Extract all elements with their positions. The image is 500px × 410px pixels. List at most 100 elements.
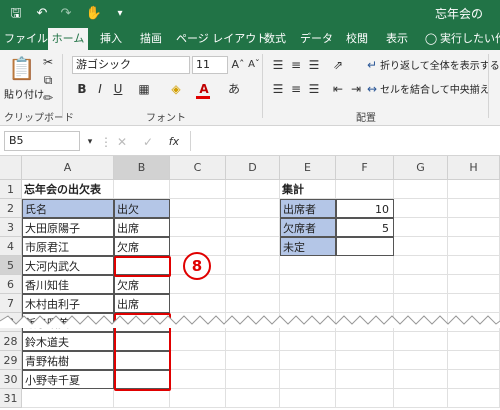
cell[interactable]: [226, 180, 280, 199]
cell[interactable]: [280, 294, 336, 313]
column-header[interactable]: G: [394, 156, 448, 180]
align-middle-icon[interactable]: ≡: [288, 57, 304, 73]
name-box[interactable]: B5: [4, 131, 80, 151]
summary-label[interactable]: 欠席者: [280, 218, 336, 237]
cell[interactable]: [280, 389, 336, 408]
row-header[interactable]: 28: [0, 332, 22, 351]
font-color-icon[interactable]: A: [196, 81, 212, 97]
cell[interactable]: [394, 294, 448, 313]
cell[interactable]: [336, 351, 394, 370]
name-cell[interactable]: 木村由利子: [22, 294, 114, 313]
name-cell[interactable]: 小野寺千夏: [22, 370, 114, 389]
align-right-icon[interactable]: ☰: [306, 81, 322, 97]
cell[interactable]: [170, 218, 226, 237]
tab-file[interactable]: ファイル: [4, 28, 48, 50]
tab-draw[interactable]: 描画: [136, 28, 166, 50]
cell[interactable]: [448, 218, 500, 237]
align-bottom-icon[interactable]: ☰: [306, 57, 322, 73]
select-all-corner[interactable]: [0, 156, 22, 180]
summary-value[interactable]: 5: [336, 218, 394, 237]
row-header[interactable]: 2: [0, 199, 22, 218]
attendance-cell[interactable]: 欠席: [114, 237, 170, 256]
bold-button[interactable]: B: [74, 81, 90, 97]
align-center-icon[interactable]: ≡: [288, 81, 304, 97]
column-header[interactable]: A: [22, 156, 114, 180]
cell[interactable]: [394, 389, 448, 408]
tab-view[interactable]: 表示: [384, 28, 410, 50]
row-header[interactable]: 1: [0, 180, 22, 199]
row-header[interactable]: 31: [0, 389, 22, 408]
cell[interactable]: [448, 199, 500, 218]
save-icon[interactable]: 🖫: [6, 4, 26, 24]
touch-mode-icon[interactable]: ✋: [84, 4, 104, 24]
cell[interactable]: [280, 332, 336, 351]
increase-indent-icon[interactable]: ⇥: [348, 81, 364, 97]
phonetic-icon[interactable]: あ: [226, 81, 242, 97]
tab-page-layout[interactable]: ページ レイアウト: [176, 28, 267, 50]
row-header[interactable]: 6: [0, 275, 22, 294]
lightbulb-icon[interactable]: ◯: [424, 28, 438, 50]
tab-data[interactable]: データ: [300, 28, 333, 50]
wrap-text-button[interactable]: 折り返して全体を表示する: [380, 57, 500, 72]
customize-quick-access-icon[interactable]: ▾: [110, 4, 130, 24]
cell[interactable]: [170, 370, 226, 389]
decrease-font-icon[interactable]: Aˇ: [246, 57, 262, 73]
row-header[interactable]: 7: [0, 294, 22, 313]
tab-review[interactable]: 校閲: [344, 28, 370, 50]
cell[interactable]: [226, 389, 280, 408]
summary-title[interactable]: 集計: [280, 180, 336, 199]
cell[interactable]: [170, 294, 226, 313]
cell[interactable]: [22, 389, 114, 408]
font-size-select[interactable]: 11: [192, 56, 228, 74]
row-header[interactable]: 30: [0, 370, 22, 389]
column-header[interactable]: D: [226, 156, 280, 180]
name-cell[interactable]: 青野祐樹: [22, 351, 114, 370]
name-cell[interactable]: 市原君江: [22, 237, 114, 256]
cell[interactable]: [336, 294, 394, 313]
cell[interactable]: [394, 332, 448, 351]
cell[interactable]: [170, 180, 226, 199]
cell[interactable]: [448, 370, 500, 389]
wrap-text-icon[interactable]: ↵: [364, 57, 380, 73]
align-top-icon[interactable]: ☰: [270, 57, 286, 73]
column-header[interactable]: E: [280, 156, 336, 180]
row-header[interactable]: 4: [0, 237, 22, 256]
format-painter-icon[interactable]: ✏: [40, 90, 56, 106]
header-name[interactable]: 氏名: [22, 199, 114, 218]
row-header[interactable]: 5: [0, 256, 22, 275]
tab-insert[interactable]: 挿入: [96, 28, 126, 50]
cell[interactable]: [226, 256, 280, 275]
font-name-select[interactable]: 游ゴシック: [72, 56, 190, 74]
summary-value[interactable]: 10: [336, 199, 394, 218]
cut-icon[interactable]: ✂: [40, 54, 56, 70]
cell[interactable]: [336, 180, 394, 199]
column-header[interactable]: B: [114, 156, 170, 180]
cell[interactable]: [170, 199, 226, 218]
column-header[interactable]: F: [336, 156, 394, 180]
cell[interactable]: [448, 389, 500, 408]
cell[interactable]: [280, 256, 336, 275]
cell[interactable]: [226, 370, 280, 389]
cell[interactable]: [170, 389, 226, 408]
cell[interactable]: [448, 256, 500, 275]
cell[interactable]: [336, 389, 394, 408]
paste-icon[interactable]: 📋: [8, 56, 36, 84]
cell[interactable]: [280, 275, 336, 294]
cell[interactable]: [394, 275, 448, 294]
italic-button[interactable]: I: [92, 81, 108, 97]
orientation-icon[interactable]: ⇗: [330, 57, 346, 73]
enter-icon[interactable]: ✓: [140, 134, 156, 150]
cell[interactable]: [114, 389, 170, 408]
row-header[interactable]: 29: [0, 351, 22, 370]
increase-font-icon[interactable]: Aˆ: [230, 57, 246, 73]
cell[interactable]: [336, 275, 394, 294]
cell[interactable]: [394, 199, 448, 218]
name-cell[interactable]: 香川知佳: [22, 275, 114, 294]
attendance-cell[interactable]: 出席: [114, 294, 170, 313]
cell[interactable]: [170, 332, 226, 351]
name-cell[interactable]: 大河内武久: [22, 256, 114, 275]
cell[interactable]: [448, 351, 500, 370]
insert-function-icon[interactable]: fx: [166, 134, 182, 150]
copy-icon[interactable]: ⧉: [40, 72, 56, 88]
formula-input[interactable]: [190, 131, 500, 151]
